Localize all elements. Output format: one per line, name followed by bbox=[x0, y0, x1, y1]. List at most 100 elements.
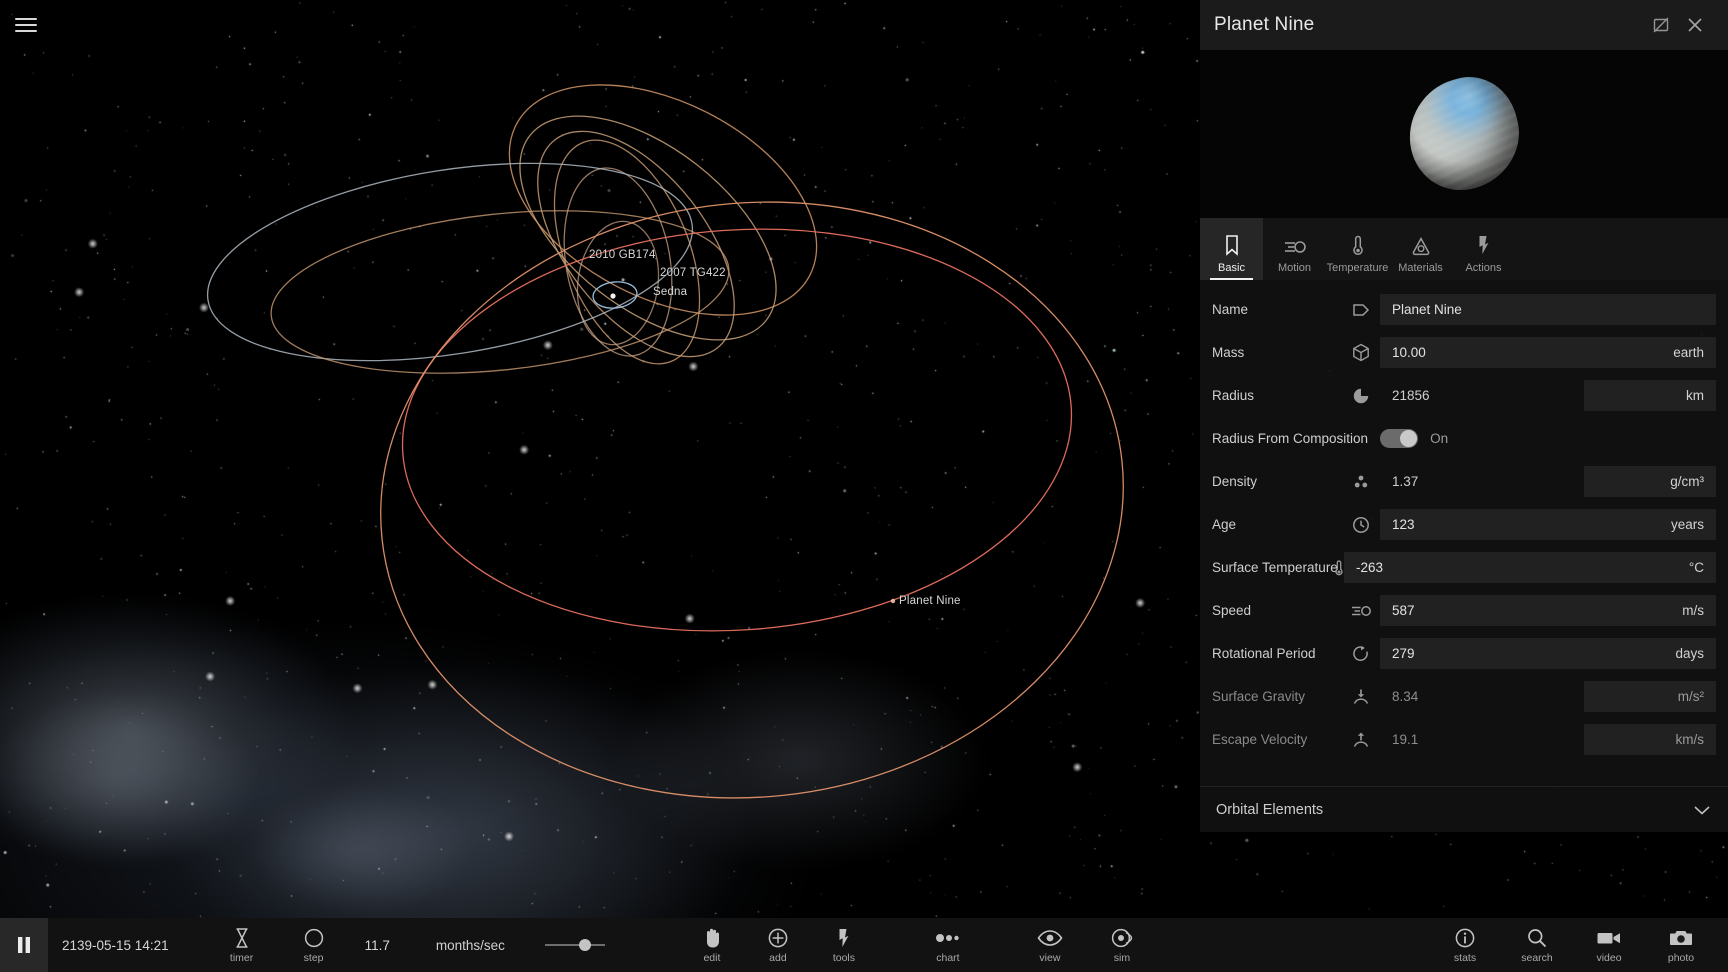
planet-preview[interactable] bbox=[1200, 50, 1728, 218]
speed-input[interactable]: 587 m/s bbox=[1380, 595, 1716, 626]
add-tool-button[interactable]: add bbox=[753, 927, 803, 964]
search-label: search bbox=[1521, 951, 1553, 964]
hand-icon bbox=[702, 927, 722, 949]
density-unit-box[interactable]: g/cm³ bbox=[1584, 466, 1716, 497]
stats-button[interactable]: stats bbox=[1440, 927, 1490, 964]
property-label: Speed bbox=[1212, 603, 1252, 618]
rotation-icon bbox=[1342, 645, 1380, 663]
tab-label: Materials bbox=[1398, 262, 1443, 274]
escape-velocity-value: 19.1 km/s bbox=[1380, 724, 1716, 755]
thermometer-icon bbox=[1351, 234, 1365, 256]
sim-button[interactable]: sim bbox=[1097, 927, 1147, 964]
hourglass-icon bbox=[233, 927, 251, 949]
property-row-mass: Mass 10.00 earth bbox=[1200, 331, 1728, 374]
bookmark-icon bbox=[1223, 234, 1241, 256]
hamburger-line bbox=[15, 24, 37, 26]
property-label: Rotational Period bbox=[1212, 646, 1316, 661]
tab-motion[interactable]: Motion bbox=[1263, 218, 1326, 280]
property-unit: g/cm³ bbox=[1670, 474, 1704, 489]
property-unit: years bbox=[1670, 517, 1704, 532]
search-button[interactable]: search bbox=[1512, 927, 1562, 964]
toggle-label: Radius From Composition bbox=[1212, 431, 1369, 446]
escape-velocity-unit-box[interactable]: km/s bbox=[1584, 724, 1716, 755]
chart-label: chart bbox=[936, 951, 960, 964]
tools-button[interactable]: tools bbox=[819, 927, 869, 964]
add-label: add bbox=[769, 951, 787, 964]
density-input[interactable]: 1.37 g/cm³ bbox=[1380, 466, 1716, 497]
rotational-period-input[interactable]: 279 days bbox=[1380, 638, 1716, 669]
property-list: Name Planet Nine Mass 10.00 earth Radius… bbox=[1200, 280, 1728, 786]
tag-icon bbox=[1342, 303, 1380, 317]
step-label: step bbox=[303, 951, 324, 964]
tab-label: Basic bbox=[1218, 262, 1245, 274]
step-button[interactable]: step bbox=[289, 927, 339, 964]
property-value: 279 bbox=[1392, 646, 1415, 661]
edit-tool-button[interactable]: edit bbox=[687, 927, 737, 964]
motion-icon bbox=[1342, 603, 1380, 619]
close-icon[interactable] bbox=[1678, 8, 1712, 42]
property-label: Surface Temperature bbox=[1212, 560, 1338, 575]
radius-from-composition-row: Radius From Composition On bbox=[1200, 417, 1728, 460]
video-camera-icon bbox=[1596, 927, 1622, 949]
speed-unit[interactable]: months/sec bbox=[436, 938, 505, 953]
orbit-label: 2007 TG422 bbox=[660, 267, 726, 279]
slider-knob[interactable] bbox=[578, 939, 591, 951]
tab-temperature[interactable]: Temperature bbox=[1326, 218, 1389, 280]
panel-tabs: Basic Motion Temperature Materials Actio… bbox=[1200, 218, 1728, 280]
mass-input[interactable]: 10.00 earth bbox=[1380, 337, 1716, 368]
detach-panel-icon[interactable] bbox=[1644, 8, 1678, 42]
property-unit: m/s² bbox=[1677, 689, 1704, 704]
slider-track bbox=[544, 939, 605, 951]
surface-temperature-input[interactable]: -263 °C bbox=[1344, 552, 1716, 583]
property-label: Mass bbox=[1212, 345, 1245, 360]
tab-materials[interactable]: Materials bbox=[1389, 218, 1452, 280]
lightning-bolt-icon bbox=[836, 927, 852, 949]
property-row-surface-temperature: Surface Temperature -263 °C bbox=[1200, 546, 1728, 589]
toggle-knob bbox=[1400, 430, 1418, 447]
name-input[interactable]: Planet Nine bbox=[1380, 294, 1716, 325]
radius-input[interactable]: 21856 km bbox=[1380, 380, 1716, 411]
speed-value[interactable]: 11.7 bbox=[365, 938, 390, 953]
stats-label: stats bbox=[1453, 951, 1477, 964]
hamburger-menu-icon[interactable] bbox=[12, 12, 40, 38]
pause-icon[interactable] bbox=[0, 918, 48, 972]
view-label: view bbox=[1039, 951, 1061, 964]
photo-button[interactable]: photo bbox=[1656, 927, 1706, 964]
plus-circle-icon bbox=[767, 927, 789, 949]
motion-icon bbox=[1283, 234, 1307, 256]
video-button[interactable]: video bbox=[1584, 927, 1634, 964]
tab-basic[interactable]: Basic bbox=[1200, 218, 1263, 280]
property-label: Surface Gravity bbox=[1212, 689, 1306, 704]
info-circle-icon bbox=[1454, 927, 1476, 949]
orbital-elements-section[interactable]: Orbital Elements bbox=[1200, 786, 1728, 832]
escape-up-icon bbox=[1342, 731, 1380, 749]
tab-actions[interactable]: Actions bbox=[1452, 218, 1515, 280]
dots-chart-icon bbox=[935, 927, 961, 949]
property-row-surface-gravity: Surface Gravity 8.34 m/s² bbox=[1200, 675, 1728, 718]
timer-button[interactable]: timer bbox=[217, 927, 267, 964]
hamburger-line bbox=[15, 18, 37, 20]
property-unit: earth bbox=[1673, 345, 1704, 360]
lightning-bolt-icon bbox=[1476, 234, 1492, 256]
property-value: Planet Nine bbox=[1392, 302, 1462, 317]
property-unit: °C bbox=[1688, 560, 1704, 575]
materials-drop-icon bbox=[1411, 234, 1431, 256]
panel-title: Planet Nine bbox=[1214, 14, 1315, 35]
surface-gravity-unit-box[interactable]: m/s² bbox=[1584, 681, 1716, 712]
property-value: 19.1 bbox=[1392, 732, 1419, 747]
age-input[interactable]: 123 years bbox=[1380, 509, 1716, 540]
speed-slider[interactable] bbox=[544, 935, 605, 955]
view-button[interactable]: view bbox=[1025, 927, 1075, 964]
property-row-rotational-period: Rotational Period 279 days bbox=[1200, 632, 1728, 675]
chart-button[interactable]: chart bbox=[923, 927, 973, 964]
property-label: Name bbox=[1212, 302, 1249, 317]
property-row-age: Age 123 years bbox=[1200, 503, 1728, 546]
radius-from-composition-toggle[interactable] bbox=[1380, 429, 1419, 448]
camera-icon bbox=[1669, 927, 1693, 949]
app-root: 2010 GB174 2007 TG422 Sedna Planet Nine … bbox=[0, 0, 1728, 972]
property-label: Radius bbox=[1212, 388, 1255, 403]
property-value: 10.00 bbox=[1392, 345, 1426, 360]
property-value: -263 bbox=[1356, 560, 1384, 575]
property-value: 21856 bbox=[1392, 388, 1430, 403]
radius-unit-box[interactable]: km bbox=[1584, 380, 1716, 411]
